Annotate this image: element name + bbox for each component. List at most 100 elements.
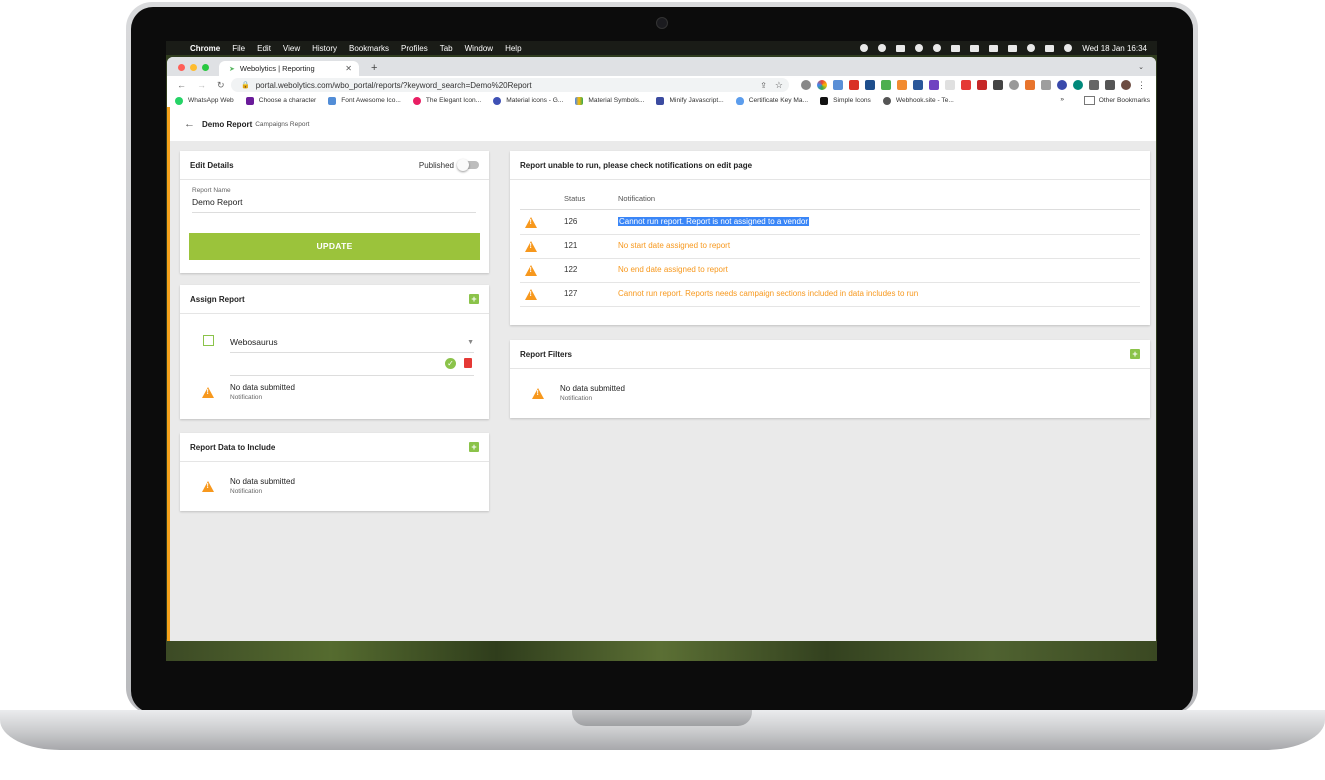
extension-icon[interactable] <box>833 80 843 90</box>
add-icon[interactable]: + <box>1130 349 1140 359</box>
url-text[interactable]: portal.webolytics.com/wbo_portal/reports… <box>256 81 532 90</box>
bookmark-item[interactable]: Material icons - G... <box>493 96 563 105</box>
side-panel-icon[interactable] <box>1105 80 1115 90</box>
browser-tab[interactable]: ➤ Webolytics | Reporting ✕ <box>219 61 359 76</box>
back-arrow-icon[interactable]: ← <box>177 80 186 91</box>
extensions-puzzle-icon[interactable] <box>1089 80 1099 90</box>
card-header: Assign Report + <box>180 285 489 314</box>
column-notification: Notification <box>618 194 656 203</box>
extension-icon[interactable] <box>977 80 987 90</box>
minimize-window-icon[interactable] <box>190 64 197 71</box>
report-edit-page: ← Demo Report Campaigns Report Edit Deta… <box>167 107 1156 641</box>
menu-profiles[interactable]: Profiles <box>401 44 428 53</box>
menu-app-name[interactable]: Chrome <box>190 44 220 53</box>
warning-icon <box>525 289 537 300</box>
more-bookmarks-icon[interactable]: » <box>1060 96 1064 103</box>
maximize-window-icon[interactable] <box>202 64 209 71</box>
battery-icon[interactable] <box>989 44 999 52</box>
bookmark-item[interactable]: Minify Javascript... <box>656 96 724 105</box>
menu-window[interactable]: Window <box>465 44 493 53</box>
close-tab-icon[interactable]: ✕ <box>345 64 352 73</box>
add-icon[interactable]: + <box>469 294 479 304</box>
extension-icon[interactable] <box>1057 80 1067 90</box>
card-header: Report unable to run, please check notif… <box>510 151 1150 180</box>
status-app-icon[interactable] <box>860 44 869 52</box>
extension-icon[interactable] <box>1041 80 1051 90</box>
confirm-check-icon[interactable]: ✓ <box>445 358 456 369</box>
card-title: Assign Report <box>190 294 245 304</box>
extension-icon[interactable] <box>913 80 923 90</box>
assign-report-card: Assign Report + Webosaurus ▼ ✓ No data s… <box>180 285 489 419</box>
published-toggle[interactable]: Published <box>419 159 479 171</box>
other-bookmarks[interactable]: Other Bookmarks <box>1083 96 1150 105</box>
bookmark-item[interactable]: Simple Icons <box>820 96 871 105</box>
profile-avatar[interactable] <box>1121 80 1131 90</box>
volume-icon[interactable] <box>951 44 961 52</box>
divider <box>230 375 474 376</box>
status-code: 127 <box>564 289 578 298</box>
menu-help[interactable]: Help <box>505 44 521 53</box>
new-tab-icon[interactable]: + <box>371 62 377 74</box>
menu-bookmarks[interactable]: Bookmarks <box>349 44 389 53</box>
bookmark-item[interactable]: Webhook.site - Te... <box>882 96 954 105</box>
browser-menu-icon[interactable]: ⋮ <box>1137 80 1146 90</box>
tab-search-chevron-icon[interactable]: ⌄ <box>1138 63 1144 71</box>
warning-icon <box>202 387 214 398</box>
menu-history[interactable]: History <box>312 44 337 53</box>
delete-trash-icon[interactable] <box>464 358 472 368</box>
bookmark-item[interactable]: Choose a character <box>245 96 316 105</box>
extension-icon[interactable] <box>993 80 1003 90</box>
bookmark-item[interactable]: Material Symbols... <box>575 96 644 105</box>
laptop-notch <box>572 710 752 726</box>
dropbox-icon[interactable] <box>896 44 906 52</box>
extension-icon[interactable] <box>849 80 859 90</box>
toggle-knob[interactable] <box>457 159 469 171</box>
extension-icon[interactable] <box>1025 80 1035 90</box>
bookmark-item[interactable]: WhatsApp Web <box>175 96 234 105</box>
extension-icon[interactable] <box>945 80 955 90</box>
play-icon[interactable] <box>915 44 924 52</box>
report-name-field[interactable]: Report Name Demo Report <box>192 187 476 213</box>
extension-icon[interactable] <box>865 80 875 90</box>
bookmark-item[interactable]: Font Awesome Ico... <box>328 96 401 105</box>
control-center-icon[interactable] <box>1045 44 1055 52</box>
table-row: 126 Cannot run report. Report is not ass… <box>520 210 1140 235</box>
status-app-icon[interactable] <box>933 44 942 52</box>
add-icon[interactable]: + <box>469 442 479 452</box>
card-title: Report Data to Include <box>190 442 276 452</box>
update-button[interactable]: UPDATE <box>189 233 480 260</box>
extension-icon[interactable] <box>961 80 971 90</box>
address-bar[interactable]: 🔒 portal.webolytics.com/wbo_portal/repor… <box>231 78 789 92</box>
back-arrow-icon[interactable]: ← <box>184 118 195 130</box>
spotlight-icon[interactable] <box>1027 44 1036 52</box>
extension-icon[interactable] <box>1073 80 1083 90</box>
extension-icon[interactable] <box>929 80 939 90</box>
extension-icon[interactable] <box>817 80 827 90</box>
menu-tab[interactable]: Tab <box>440 44 453 53</box>
status-app-icon[interactable] <box>878 44 887 52</box>
menubar-clock[interactable]: Wed 18 Jan 16:34 <box>1082 44 1147 53</box>
bookmark-item[interactable]: The Elegant Icon... <box>412 96 481 105</box>
bookmark-star-icon[interactable]: ☆ <box>775 80 783 91</box>
extension-icon[interactable] <box>801 80 811 90</box>
toggle-track[interactable] <box>457 159 479 171</box>
wifi-icon[interactable] <box>1008 44 1018 52</box>
extension-icon[interactable] <box>897 80 907 90</box>
card-header: Report Data to Include + <box>180 433 489 462</box>
menu-view[interactable]: View <box>283 44 300 53</box>
close-window-icon[interactable] <box>178 64 185 71</box>
reload-icon[interactable]: ↻ <box>217 80 225 91</box>
menu-edit[interactable]: Edit <box>257 44 271 53</box>
lock-icon[interactable]: 🔒 <box>241 81 250 89</box>
share-icon[interactable]: ⇪ <box>760 81 767 90</box>
extension-icon[interactable] <box>881 80 891 90</box>
menu-file[interactable]: File <box>232 44 245 53</box>
extension-icon[interactable] <box>1009 80 1019 90</box>
forward-arrow-icon[interactable]: → <box>197 80 206 91</box>
siri-icon[interactable] <box>1064 44 1073 52</box>
dropdown-caret-icon[interactable]: ▼ <box>467 339 474 346</box>
vendor-select[interactable]: Webosaurus ▼ <box>230 332 474 353</box>
report-name-input[interactable]: Demo Report <box>192 197 476 207</box>
bluetooth-icon[interactable] <box>970 44 980 52</box>
bookmark-item[interactable]: Certificate Key Ma... <box>735 96 808 105</box>
